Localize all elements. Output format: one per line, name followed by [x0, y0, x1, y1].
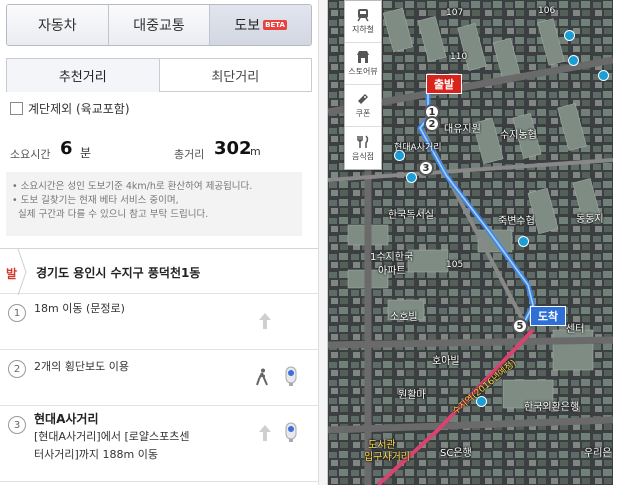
route-point-marker[interactable]: 3 [418, 160, 434, 176]
coupon-icon [358, 94, 368, 104]
map-label: SC은행 [440, 448, 472, 459]
route-step[interactable]: 3 현대A사거리 [현대A사거리]에서 [로얄스포츠센 터사거리]까지 188m… [0, 406, 318, 482]
restaurant-icon [357, 134, 369, 148]
tab-recommended-label: 추천거리 [58, 70, 107, 85]
tool-label: 음식점 [351, 151, 375, 161]
tool-label: 지하철 [351, 25, 375, 34]
map-label: 동동지 [576, 214, 604, 225]
bus-stop-icon[interactable] [598, 70, 609, 81]
bus-stop-icon[interactable] [564, 30, 575, 41]
route-step[interactable]: 2 2개의 횡단보도 이용 [0, 350, 318, 406]
beta-badge: BETA [263, 20, 287, 30]
map-label: 한국외환은행 [524, 402, 580, 413]
step-title: 현대A사거리 [34, 412, 99, 426]
end-marker[interactable]: 도착 [530, 306, 566, 326]
map-label: 1수지한국 [370, 252, 414, 263]
store-icon [357, 51, 369, 63]
time-label: 소요시간 [10, 148, 51, 161]
tab-car[interactable]: 자동차 [7, 5, 109, 45]
step-line: [현대A사거리]에서 [로얄스포츠센 [34, 430, 190, 443]
time-value: 6 [60, 138, 73, 159]
step-number: 3 [8, 416, 26, 434]
tool-coupon[interactable]: 쿠폰 [345, 85, 381, 127]
tab-transit-label: 대중교통 [133, 18, 185, 34]
map-label: 죽변수협 [498, 216, 535, 227]
route-step[interactable]: 1 18m 이동 (문정로) [0, 294, 318, 350]
bus-stop-icon[interactable] [406, 172, 417, 183]
step-text: 현대A사거리 [현대A사거리]에서 [로얄스포츠센 터사거리]까지 188m 이… [34, 410, 189, 464]
directions-panel: 자동차 대중교통 도보 BETA 추천거리 최단거리 계단제외 (육교포함) 소요… [0, 0, 318, 485]
traffic-signal-icon [285, 422, 297, 442]
tab-car-label: 자동차 [38, 18, 77, 34]
notice-line: • 도보 길찾기는 현재 베타 서비스 중이며, [12, 195, 179, 206]
straight-arrow-icon [259, 425, 271, 441]
map-label: 수지농협 [500, 130, 537, 141]
step-line: 터사거리]까지 188m 이동 [34, 448, 158, 461]
tool-label: 스토어뷰 [348, 67, 378, 76]
time-unit: 분 [80, 146, 92, 160]
distance-unit: m [250, 145, 261, 158]
transport-mode-tabs: 자동차 대중교통 도보 BETA [6, 4, 312, 46]
route-type-tabs: 추천거리 최단거리 [6, 58, 312, 92]
step-number: 1 [8, 304, 26, 322]
exclude-stairs-option[interactable]: 계단제외 (육교포함) [10, 100, 130, 117]
exclude-stairs-checkbox[interactable] [10, 102, 23, 115]
map-label: 대유지원 [444, 124, 481, 135]
map-label: 소호빌 [390, 312, 418, 323]
map-label: 센터 [566, 324, 585, 335]
map-label: 107 [446, 8, 464, 18]
start-marker[interactable]: 출발 [426, 74, 462, 94]
route-summary: 소요시간 6 분 총거리 302 m [8, 138, 308, 164]
tool-storeview[interactable]: 스토어뷰 [345, 43, 381, 85]
notice-box: • 소요시간은 성인 도보기준 4km/h로 환산하여 제공됩니다. • 도보 … [6, 172, 302, 236]
bus-stop-icon[interactable] [518, 236, 529, 247]
route-point-marker[interactable]: 5 [512, 318, 528, 334]
tab-public-transit[interactable]: 대중교통 [108, 5, 211, 45]
distance-label: 총거리 [174, 148, 205, 161]
step-text: 18m 이동 (문정로) [34, 302, 125, 315]
pedestrian-crossing-icon [256, 368, 268, 386]
map-label: 입구사거리 [364, 452, 410, 463]
tab-shortest-label: 최단거리 [211, 69, 260, 85]
start-address: 경기도 용인시 수지구 풍덕천1동 [36, 266, 201, 280]
bus-stop-icon[interactable] [568, 55, 579, 66]
exclude-stairs-label: 계단제외 (육교포함) [28, 102, 130, 116]
traffic-signal-icon [285, 366, 297, 386]
chevron-right-icon [17, 249, 27, 295]
tab-walking-label: 도보 [234, 18, 261, 34]
tool-label: 쿠폰 [355, 109, 371, 118]
map-tools-sidebar: 지하철 스토어뷰 쿠폰 음식점 [344, 0, 382, 170]
distance-value: 302 [214, 138, 252, 159]
tool-restaurant[interactable]: 음식점 [345, 127, 381, 169]
straight-arrow-icon [259, 313, 271, 329]
step-number: 2 [8, 360, 26, 378]
map-label: 원활마 [398, 390, 426, 401]
map-label: 106 [538, 6, 556, 16]
map-label: 호아빌 [432, 356, 460, 367]
map-label: 105 [446, 260, 464, 270]
panel-divider [318, 0, 328, 485]
map-label: 한국독서실 [388, 210, 434, 221]
tool-subway[interactable]: 지하철 [345, 1, 381, 43]
map-label: 110 [450, 52, 468, 62]
start-point-row[interactable]: 발 경기도 용인시 수지구 풍덕천1동 [0, 248, 318, 295]
tab-recommended-distance[interactable]: 추천거리 [6, 58, 160, 92]
map-label: 우리은 [584, 448, 612, 459]
step-text: 2개의 횡단보도 이용 [34, 360, 129, 373]
map-label: 현대A사거리 [394, 143, 442, 153]
tab-shortest-distance[interactable]: 최단거리 [159, 58, 312, 92]
route-point-marker[interactable]: 2 [424, 116, 440, 132]
notice-line: • 소요시간은 성인 도보기준 4km/h로 환산하여 제공됩니다. [12, 181, 253, 192]
notice-line: 실제 구간과 다를 수 있으니 참고 부탁 드립니다. [18, 209, 209, 220]
tab-walking[interactable]: 도보 BETA [210, 5, 311, 45]
map-label: 아파트 [378, 266, 406, 277]
subway-icon [357, 9, 369, 22]
